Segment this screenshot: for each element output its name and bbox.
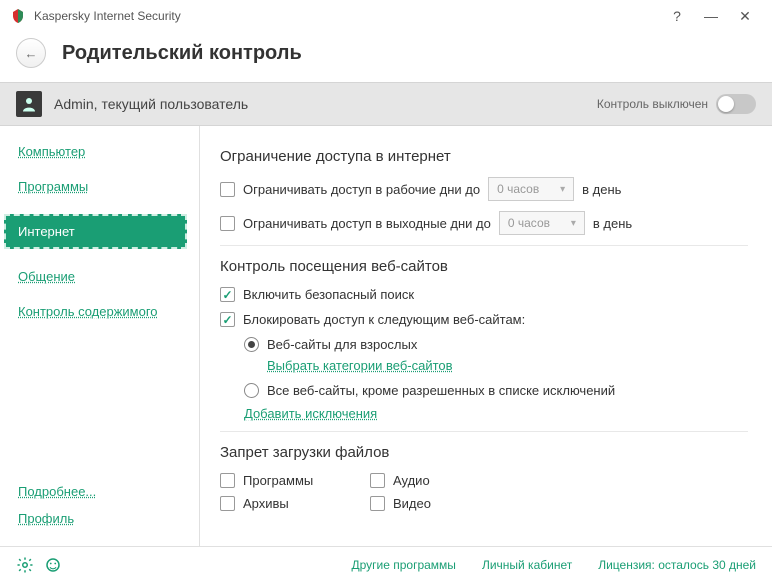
sidebar-item-internet[interactable]: Интернет: [4, 214, 187, 249]
select-value: 0 часов: [497, 182, 539, 196]
checkbox-limit-weekend[interactable]: [220, 216, 235, 231]
per-day-label: в день: [593, 216, 632, 231]
select-weekday-hours[interactable]: 0 часов ▾: [488, 177, 574, 201]
link-add-exclusions[interactable]: Добавить исключения: [244, 406, 377, 421]
label-safe-search: Включить безопасный поиск: [243, 287, 414, 302]
label-limit-weekday: Ограничивать доступ в рабочие дни до: [243, 182, 480, 197]
sidebar: Компьютер Программы Интернет Общение Кон…: [0, 126, 200, 546]
minimize-button[interactable]: —: [694, 4, 728, 28]
user-bar: Admin, текущий пользователь Контроль вык…: [0, 82, 772, 126]
control-status-label: Контроль выключен: [597, 97, 708, 111]
checkbox-block-archives[interactable]: [220, 496, 235, 511]
app-icon: [10, 8, 26, 24]
avatar: [16, 91, 42, 117]
sidebar-item-more[interactable]: Подробнее...: [18, 484, 199, 499]
label-video: Видео: [393, 496, 431, 511]
checkbox-limit-weekday[interactable]: [220, 182, 235, 197]
main-area: Компьютер Программы Интернет Общение Кон…: [0, 126, 772, 546]
checkbox-block-programs[interactable]: [220, 473, 235, 488]
link-choose-categories[interactable]: Выбрать категории веб-сайтов: [267, 358, 453, 373]
gear-icon[interactable]: [16, 556, 34, 574]
chevron-down-icon: ▾: [571, 218, 576, 229]
label-audio: Аудио: [393, 473, 430, 488]
radio-adult-sites[interactable]: [244, 337, 259, 352]
section-downloads-title: Запрет загрузки файлов: [220, 444, 748, 461]
label-adult-sites: Веб-сайты для взрослых: [267, 337, 417, 352]
radio-all-except[interactable]: [244, 383, 259, 398]
support-icon[interactable]: [44, 556, 62, 574]
footer-other-programs[interactable]: Другие программы: [351, 558, 455, 572]
footer-account[interactable]: Личный кабинет: [482, 558, 572, 572]
checkbox-block-audio[interactable]: [370, 473, 385, 488]
label-limit-weekend: Ограничивать доступ в выходные дни до: [243, 216, 491, 231]
label-programs: Программы: [243, 473, 313, 488]
label-all-except: Все веб-сайты, кроме разрешенных в списк…: [267, 383, 615, 398]
page-header: ← Родительский контроль: [0, 32, 772, 82]
checkbox-block-sites[interactable]: [220, 312, 235, 327]
select-weekend-hours[interactable]: 0 часов ▾: [499, 211, 585, 235]
per-day-label: в день: [582, 182, 621, 197]
sidebar-item-programs[interactable]: Программы: [18, 179, 199, 194]
footer-license[interactable]: Лицензия: осталось 30 дней: [598, 558, 756, 572]
checkbox-block-video[interactable]: [370, 496, 385, 511]
close-button[interactable]: ✕: [728, 4, 762, 28]
back-button[interactable]: ←: [16, 38, 46, 68]
sidebar-item-communication[interactable]: Общение: [18, 269, 199, 284]
sidebar-item-profile[interactable]: Профиль: [18, 511, 199, 526]
select-value: 0 часов: [508, 216, 550, 230]
arrow-left-icon: ←: [25, 46, 38, 61]
sidebar-item-computer[interactable]: Компьютер: [18, 144, 199, 159]
checkbox-safe-search[interactable]: [220, 287, 235, 302]
help-button[interactable]: ?: [660, 4, 694, 28]
chevron-down-icon: ▾: [560, 184, 565, 195]
toggle-knob: [718, 96, 734, 112]
section-access-title: Ограничение доступа в интернет: [220, 148, 748, 165]
section-websites-title: Контроль посещения веб-сайтов: [220, 258, 748, 275]
username-label: Admin, текущий пользователь: [54, 96, 597, 112]
titlebar: Kaspersky Internet Security ? — ✕: [0, 0, 772, 32]
label-archives: Архивы: [243, 496, 289, 511]
page-title: Родительский контроль: [62, 42, 302, 65]
app-title: Kaspersky Internet Security: [34, 9, 660, 23]
content-pane: Ограничение доступа в интернет Ограничив…: [200, 126, 772, 546]
footer: Другие программы Личный кабинет Лицензия…: [0, 546, 772, 582]
sidebar-item-content-control[interactable]: Контроль содержимого: [18, 304, 199, 319]
control-toggle[interactable]: [716, 94, 756, 114]
label-block-sites: Блокировать доступ к следующим веб-сайта…: [243, 312, 525, 327]
